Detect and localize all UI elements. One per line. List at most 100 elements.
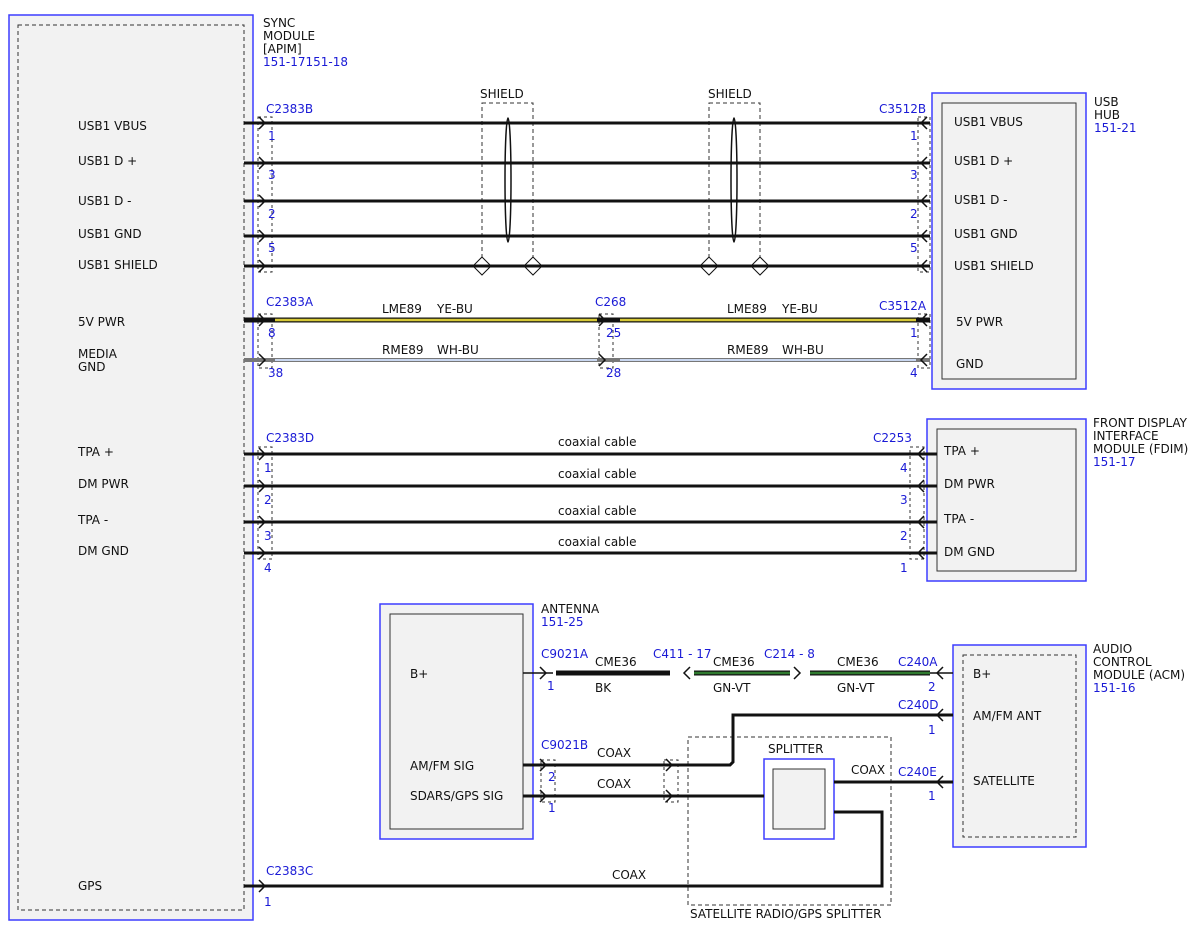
svg-text:MODULE (ACM): MODULE (ACM) bbox=[1093, 668, 1185, 682]
wire-color: WH-BU bbox=[437, 343, 479, 357]
acm-pin: B+ bbox=[973, 667, 991, 681]
coax-label: coaxial cable bbox=[558, 435, 637, 449]
wire-code: CME36 bbox=[713, 655, 755, 669]
coax-label: COAX bbox=[851, 763, 885, 777]
connector-label: C2253 bbox=[873, 431, 912, 445]
coax-label: COAX bbox=[612, 868, 646, 882]
usb-hub-pin: USB1 D + bbox=[954, 154, 1013, 168]
wire-code: RME89 bbox=[382, 343, 424, 357]
sync-pin: USB1 D + bbox=[78, 154, 137, 168]
sync-pin: DM GND bbox=[78, 544, 129, 558]
svg-text:ANTENNA: ANTENNA bbox=[541, 602, 600, 616]
wire-color: YE-BU bbox=[436, 302, 473, 316]
pin-number: 1 bbox=[910, 326, 918, 340]
pin-number: 1 bbox=[268, 129, 276, 143]
connector-labels: C2383B C3512B C2383A C268 C3512A C2383D … bbox=[266, 102, 939, 878]
pin-number: 1 bbox=[264, 895, 272, 909]
connector-label: C240E bbox=[898, 765, 937, 779]
svg-text:USB: USB bbox=[1094, 95, 1119, 109]
shield-box-2 bbox=[708, 102, 761, 267]
pin-number: 2 bbox=[910, 207, 918, 221]
sync-pin: DM PWR bbox=[78, 477, 129, 491]
sync-pin: GPS bbox=[78, 879, 102, 893]
sync-module-title: SYNC MODULE [APIM] 151-17151-18 bbox=[263, 16, 348, 69]
pin-number: 1 bbox=[900, 561, 908, 575]
pin-number: 38 bbox=[268, 366, 283, 380]
pin-number: 5 bbox=[268, 241, 276, 255]
svg-text:HUB: HUB bbox=[1094, 108, 1120, 122]
antenna-module bbox=[379, 603, 534, 840]
pin-number: 8 bbox=[268, 326, 276, 340]
wire-color: BK bbox=[595, 681, 612, 695]
connector-label: C2383C bbox=[266, 864, 313, 878]
sync-pin: TPA - bbox=[77, 513, 108, 527]
usb-hub-pin: USB1 D - bbox=[954, 193, 1007, 207]
pin-number: 25 bbox=[606, 326, 621, 340]
pin-number: 2 bbox=[900, 529, 908, 543]
pin-number: 2 bbox=[928, 680, 936, 694]
wire-color: GN-VT bbox=[837, 681, 875, 695]
pin-number: 2 bbox=[548, 770, 556, 784]
usb-hub-pin: GND bbox=[956, 357, 984, 371]
fdim-ref: 151-17 bbox=[1093, 455, 1136, 469]
wire-color: WH-BU bbox=[782, 343, 824, 357]
sync-pin: 5V PWR bbox=[78, 315, 125, 329]
sync-pin: GND bbox=[78, 360, 106, 374]
connector-label: C214 - 8 bbox=[764, 647, 815, 661]
svg-text:INTERFACE: INTERFACE bbox=[1093, 429, 1159, 443]
pin-number: 3 bbox=[910, 168, 918, 182]
svg-text:MODULE: MODULE bbox=[263, 29, 315, 43]
sync-pin: USB1 GND bbox=[78, 227, 142, 241]
shield-label: SHIELD bbox=[480, 87, 524, 101]
pin-number: 4 bbox=[264, 561, 272, 575]
connector-label: C3512B bbox=[879, 102, 926, 116]
pin-number: 1 bbox=[928, 789, 936, 803]
wire-code: CME36 bbox=[595, 655, 637, 669]
coax-label: COAX bbox=[597, 746, 631, 760]
sync-pin: TPA + bbox=[77, 445, 114, 459]
usb-hub-pin: USB1 VBUS bbox=[954, 115, 1023, 129]
pin-number: 3 bbox=[264, 529, 272, 543]
svg-text:CONTROL: CONTROL bbox=[1093, 655, 1152, 669]
pin-number: 2 bbox=[264, 493, 272, 507]
usb-hub-ref: 151-21 bbox=[1094, 121, 1137, 135]
wire-code: CME36 bbox=[837, 655, 879, 669]
antenna-pin: B+ bbox=[410, 667, 428, 681]
usb-wires bbox=[244, 121, 930, 268]
connector-label: C9021B bbox=[541, 738, 588, 752]
pin-number: 1 bbox=[910, 129, 918, 143]
pin-number: 1 bbox=[928, 723, 936, 737]
connector-label: C411 - 17 bbox=[653, 647, 712, 661]
svg-text:MODULE (FDIM): MODULE (FDIM) bbox=[1093, 442, 1188, 456]
pin-number: 4 bbox=[910, 366, 918, 380]
coax-label: coaxial cable bbox=[558, 467, 637, 481]
usb-hub-title: USB HUB 151-21 bbox=[1094, 95, 1137, 135]
connector-label: C2383A bbox=[266, 295, 314, 309]
fdim-pin: TPA - bbox=[943, 512, 974, 526]
pin-number: 2 bbox=[268, 207, 276, 221]
shield-label: SHIELD bbox=[708, 87, 752, 101]
svg-text:SYNC: SYNC bbox=[263, 16, 295, 30]
connector-label: C240D bbox=[898, 698, 939, 712]
svg-text:[APIM]: [APIM] bbox=[263, 42, 302, 56]
wiring-diagram: SYNC MODULE [APIM] 151-17151-18 USB HUB … bbox=[8, 14, 1188, 921]
antenna-pin: AM/FM SIG bbox=[410, 759, 474, 773]
coax-label: coaxial cable bbox=[558, 504, 637, 518]
sync-module-ref: 151-17151-18 bbox=[263, 55, 348, 69]
connector-label: C3512A bbox=[879, 299, 927, 313]
svg-text:FRONT DISPLAY: FRONT DISPLAY bbox=[1093, 416, 1188, 430]
sync-module bbox=[8, 14, 254, 921]
shield-box-1 bbox=[481, 102, 534, 267]
connector-outlines bbox=[257, 116, 931, 803]
pin-number: 3 bbox=[268, 168, 276, 182]
usb-hub-pin: USB1 GND bbox=[954, 227, 1018, 241]
connector-label: C268 bbox=[595, 295, 626, 309]
wire-code: LME89 bbox=[382, 302, 422, 316]
fdim-pin: DM PWR bbox=[944, 477, 995, 491]
fdim-title: FRONT DISPLAY INTERFACE MODULE (FDIM) 15… bbox=[1093, 416, 1188, 469]
fdim-pin: DM GND bbox=[944, 545, 995, 559]
wire-color: GN-VT bbox=[713, 681, 751, 695]
sync-pin: MEDIA bbox=[78, 347, 118, 361]
pin-number: 28 bbox=[606, 366, 621, 380]
wire-code: LME89 bbox=[727, 302, 767, 316]
